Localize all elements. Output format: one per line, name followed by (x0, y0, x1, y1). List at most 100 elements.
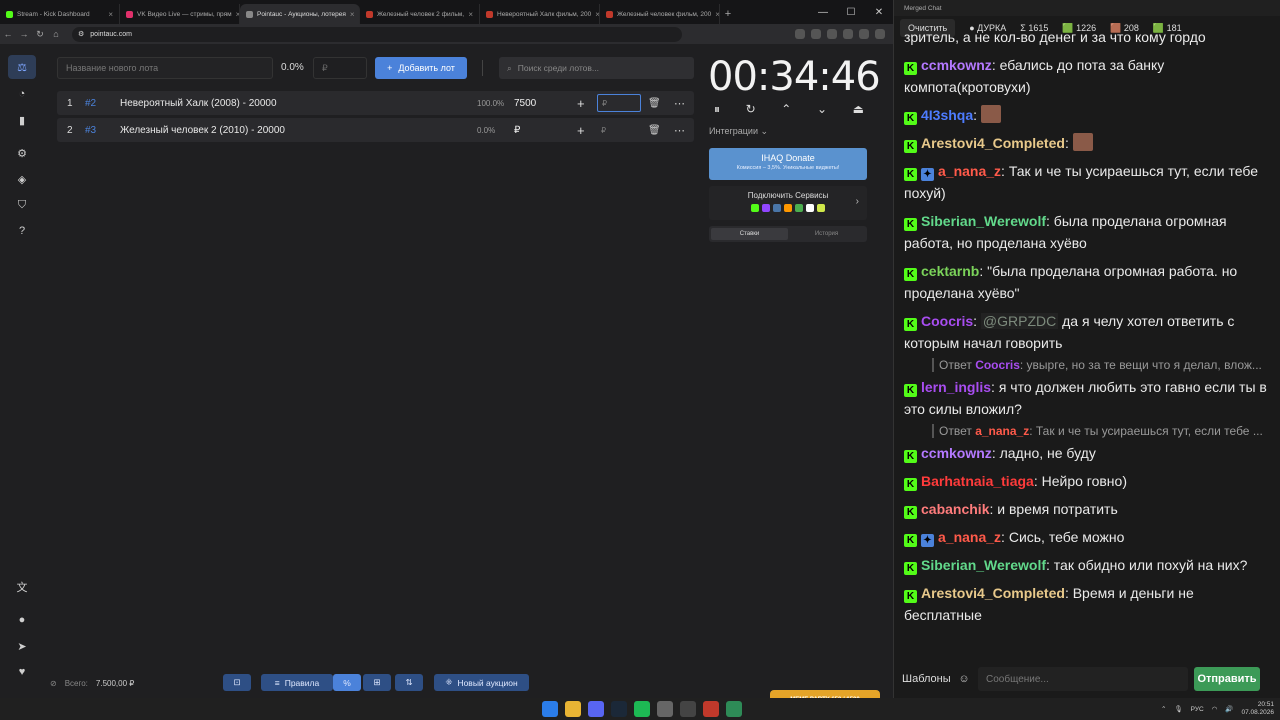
trash-icon[interactable]: 🗑 (648, 118, 661, 142)
templates-button[interactable]: Шаблоны (902, 673, 951, 685)
telegram-icon[interactable]: ➤ (8, 634, 36, 658)
chevron-down-icon[interactable]: ⌄ (817, 102, 827, 117)
github-icon[interactable]: ● (8, 608, 36, 632)
service-icon[interactable] (773, 204, 781, 212)
clock[interactable]: 20:51 07.08.2026 (1241, 701, 1274, 717)
pause-icon[interactable]: ⏸ (714, 102, 720, 117)
new-tab-button[interactable]: + (720, 4, 736, 24)
donate-icon[interactable]: ♥ (8, 660, 36, 684)
back-icon[interactable]: ← (0, 29, 16, 39)
extension-icon[interactable] (811, 29, 821, 39)
close-tab-icon[interactable]: × (468, 10, 473, 19)
extension-icon[interactable] (827, 29, 837, 39)
browser-tab[interactable]: Pointauc - Аукционы, лотерея × (240, 4, 360, 24)
tab-bids[interactable]: Ставки (711, 228, 788, 240)
reload-icon[interactable]: ↻ (32, 29, 48, 40)
lot-bid-input[interactable]: ₽ (597, 94, 641, 112)
tab-history[interactable]: История (788, 228, 865, 240)
app-icon[interactable] (726, 701, 742, 717)
lot-name[interactable]: Невероятный Халк (2008) - 20000 (120, 91, 277, 115)
chat-username[interactable]: 4I3shqa (921, 107, 973, 123)
chat-username[interactable]: lern_inglis (921, 379, 991, 395)
help-icon[interactable]: ? (8, 219, 36, 243)
chevron-up-icon[interactable]: ⌃ (1161, 705, 1166, 713)
grid-icon[interactable]: ⊞ (363, 674, 391, 691)
save-icon[interactable]: ⊡ (223, 674, 251, 691)
extension-icon[interactable] (859, 29, 869, 39)
new-lot-input[interactable]: Название нового лота (57, 57, 273, 79)
more-icon[interactable]: ⋯ (674, 118, 685, 142)
send-button[interactable]: Отправить (1194, 667, 1260, 691)
browser-tab[interactable]: Невероятный Халк фильм, 200 × (480, 4, 600, 24)
close-button[interactable]: ✕ (865, 0, 893, 24)
service-icon[interactable] (795, 204, 803, 212)
browser-tab[interactable]: VK Видео Live — стримы, прям × (120, 4, 240, 24)
settings-icon[interactable]: ⚙ (8, 141, 36, 165)
discord-icon[interactable] (588, 701, 604, 717)
service-icon[interactable] (806, 204, 814, 212)
shield-icon[interactable]: ⛉ (8, 193, 36, 217)
add-amount-icon[interactable]: + (577, 118, 585, 142)
home-icon[interactable]: ⌂ (48, 29, 64, 39)
lot-search-input[interactable]: ⌕ Поиск среди лотов... (499, 57, 694, 79)
service-icon[interactable] (762, 204, 770, 212)
service-icon[interactable] (817, 204, 825, 212)
connect-services-button[interactable]: Подключить Сервисы › (709, 186, 867, 220)
browser-tab[interactable]: Stream - Kick Dashboard × (0, 4, 120, 24)
chat-username[interactable]: Barhatnaia_tiaga (921, 473, 1034, 489)
chat-username[interactable]: a_nana_z (938, 163, 1001, 179)
chat-username[interactable]: Siberian_Werewolf (921, 213, 1046, 229)
chat-username[interactable]: Arestovi4_Completed (921, 585, 1065, 601)
integrations-dropdown[interactable]: Интеграции ⌄ (709, 126, 768, 137)
gavel-icon[interactable]: ⚖ (8, 55, 36, 79)
volume-icon[interactable]: 🔊 (1225, 705, 1233, 713)
chat-username[interactable]: cabanchik (921, 501, 989, 517)
service-icon[interactable] (751, 204, 759, 212)
eye-off-icon[interactable]: ⊘ (50, 679, 57, 688)
add-amount-icon[interactable]: + (577, 91, 585, 115)
reset-icon[interactable]: ↻ (746, 102, 756, 117)
chat-username[interactable]: a_nana_z (938, 529, 1001, 545)
maximize-button[interactable]: ☐ (837, 0, 865, 24)
minimize-button[interactable]: — (809, 0, 837, 24)
extension-icon[interactable] (795, 29, 805, 39)
service-icon[interactable] (784, 204, 792, 212)
add-lot-button[interactable]: + Добавить лот (375, 57, 467, 79)
donate-button[interactable]: IHAQ Donate Комиссия – 3,5%. Уникальные … (709, 148, 867, 180)
percent-toggle[interactable]: % (333, 674, 361, 691)
new-lot-amount-input[interactable]: ₽ (313, 57, 367, 79)
obs-icon[interactable] (657, 701, 673, 717)
chat-mention[interactable]: @GRPZDC (980, 313, 1059, 329)
close-tab-icon[interactable]: × (108, 10, 113, 19)
lot-name[interactable]: Железный человек 2 (2010) - 20000 (120, 118, 285, 142)
forward-icon[interactable]: → (16, 29, 32, 39)
spotify-icon[interactable] (634, 701, 650, 717)
chat-username[interactable]: cektarnb (921, 263, 979, 279)
extension-icon[interactable] (843, 29, 853, 39)
message-input[interactable]: Сообщение... (978, 667, 1188, 691)
lot-amount[interactable]: ₽ (514, 118, 520, 142)
new-auction-button[interactable]: ⁜ Новый аукцион (434, 674, 529, 691)
lot-id[interactable]: #2 (85, 91, 96, 115)
rules-button[interactable]: ≡ Правила (261, 674, 333, 691)
wifi-icon[interactable]: ◠ (1212, 705, 1218, 713)
site-info-icon[interactable]: ⚙ (78, 30, 84, 38)
emoji-icon[interactable]: ☺ (956, 673, 972, 685)
extension-icon[interactable] (875, 29, 885, 39)
steam-icon[interactable] (611, 701, 627, 717)
browser-tab[interactable]: Железный человек фильм, 200 × (600, 4, 720, 24)
lot-amount[interactable]: 7500 (514, 91, 536, 115)
chat-username[interactable]: ccmkownz (921, 57, 992, 73)
browser-tab[interactable]: Железный человек 2 фильм, × (360, 4, 480, 24)
lot-bid-input[interactable]: ₽ (597, 121, 641, 139)
chevron-up-icon[interactable]: ⌃ (781, 102, 791, 117)
language-indicator[interactable]: РУС (1191, 706, 1204, 713)
chrome-icon[interactable] (565, 701, 581, 717)
app-icon[interactable] (703, 701, 719, 717)
app-icon[interactable] (680, 701, 696, 717)
close-tab-icon[interactable]: × (350, 10, 355, 19)
translate-icon[interactable]: 文 (8, 575, 36, 599)
mic-icon[interactable]: 🎙 (1174, 705, 1182, 713)
layers-icon[interactable]: ◈ (8, 167, 36, 191)
bar-chart-icon[interactable]: ▮ (8, 108, 36, 132)
